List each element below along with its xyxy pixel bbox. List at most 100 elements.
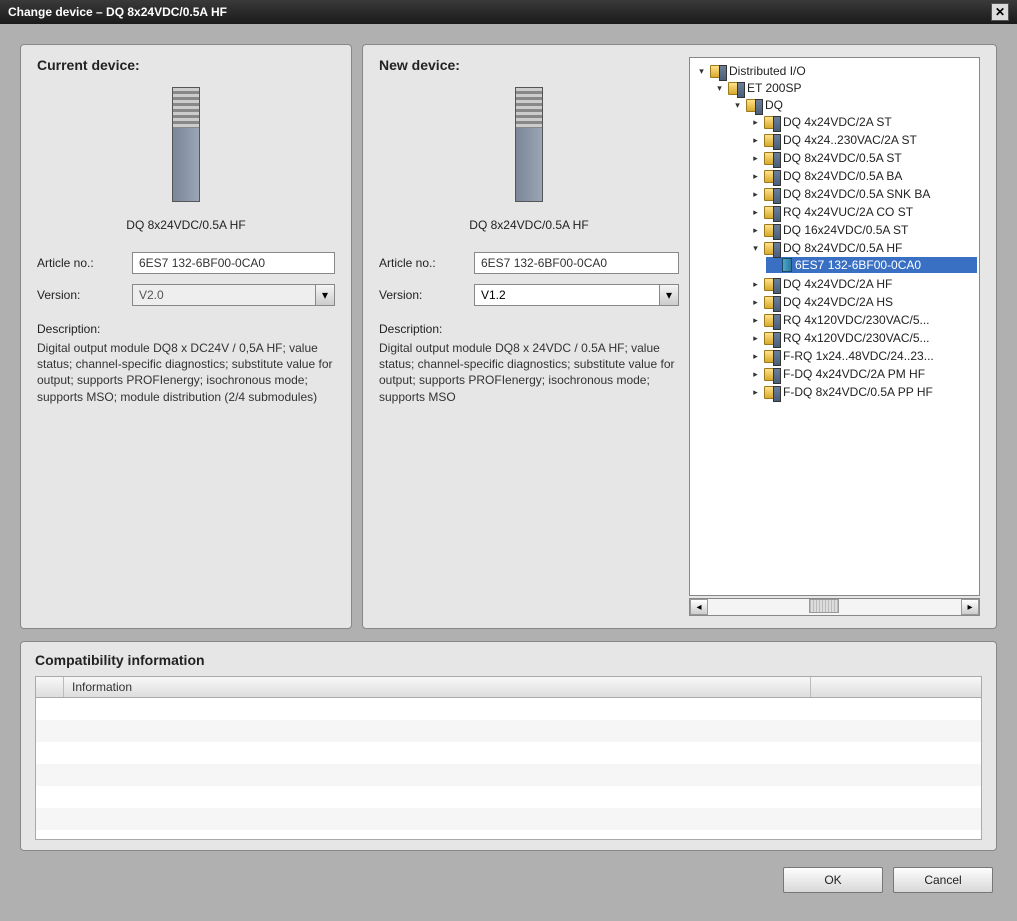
tree-node-module[interactable]: ▸ F-DQ 8x24VDC/0.5A PP HF [748,384,977,400]
current-device-name: DQ 8x24VDC/0.5A HF [37,218,335,232]
tree-node-module[interactable]: ▸ DQ 4x24VDC/2A HF [748,276,977,292]
tree-node-module[interactable]: ▸ DQ 16x24VDC/0.5A ST [748,222,977,238]
col-information: Information [64,677,811,697]
new-version-dropdown[interactable]: ▾ [659,284,679,306]
tree-node-module[interactable]: ▸ DQ 8x24VDC/0.5A BA [748,168,977,184]
current-version-value: V2.0 [132,284,315,306]
tree-label: DQ [765,98,783,112]
tree-label: F-DQ 4x24VDC/2A PM HF [783,367,925,381]
new-version-label: Version: [379,288,474,302]
folder-icon [764,314,780,327]
tree-label: F-DQ 8x24VDC/0.5A PP HF [783,385,933,399]
tree-label: RQ 4x120VDC/230VAC/5... [783,331,930,345]
expand-icon[interactable]: ▸ [750,189,761,200]
new-article-label: Article no.: [379,256,474,270]
tree-label: F-RQ 1x24..48VDC/24..23... [783,349,934,363]
current-device-image [172,87,200,202]
tree-node-module[interactable]: ▸DQ 8x24VDC/0.5A SNK BA [748,186,977,202]
collapse-icon[interactable]: ▾ [732,100,743,111]
current-desc-label: Description: [37,322,335,336]
expand-icon[interactable]: ▸ [750,351,761,362]
expand-icon[interactable]: ▸ [750,153,761,164]
tree-label: DQ 16x24VDC/0.5A ST [783,223,908,237]
expand-icon[interactable]: ▸ [750,315,761,326]
tree-label: ET 200SP [747,81,801,95]
col-extra [811,677,981,697]
current-version-dropdown[interactable]: ▾ [315,284,335,306]
new-desc-label: Description: [379,322,679,336]
dialog-content: Current device: DQ 8x24VDC/0.5A HF Artic… [0,24,1017,921]
tree-label: DQ 4x24VDC/2A HS [783,295,893,309]
tree-node-module[interactable]: ▸ DQ 4x24VDC/2A HS [748,294,977,310]
cancel-button[interactable]: Cancel [893,867,993,893]
expand-icon[interactable]: ▸ [750,279,761,290]
tree-node-module[interactable]: ▾DQ 8x24VDC/0.5A HF [748,240,977,256]
tree-label: DQ 4x24VDC/2A ST [783,115,892,129]
chevron-down-icon: ▾ [666,288,672,302]
scroll-left-button[interactable]: ◂ [690,599,708,615]
scroll-right-button[interactable]: ▸ [961,599,979,615]
expand-icon[interactable]: ▸ [750,387,761,398]
folder-icon [764,134,780,147]
current-article-input [132,252,335,274]
tree-label: 6ES7 132-6BF00-0CA0 [795,258,921,272]
expand-icon[interactable]: ▸ [750,225,761,236]
tree-label: DQ 8x24VDC/0.5A ST [783,151,902,165]
tree-node-module[interactable]: ▸ DQ 8x24VDC/0.5A ST [748,150,977,166]
current-article-label: Article no.: [37,256,132,270]
new-version-row: Version: V1.2 ▾ [379,284,679,306]
collapse-icon[interactable]: ▾ [750,243,761,254]
scroll-track[interactable] [708,599,961,615]
current-device-heading: Current device: [37,57,335,73]
folder-icon [764,386,780,399]
folder-icon [710,65,726,78]
top-row: Current device: DQ 8x24VDC/0.5A HF Artic… [20,44,997,629]
tree-node-module[interactable]: ▸ F-RQ 1x24..48VDC/24..23... [748,348,977,364]
expand-icon[interactable]: ▸ [750,171,761,182]
tree-node-root[interactable]: ▾ Distributed I/O [694,63,977,79]
tree-hscrollbar[interactable]: ◂ ▸ [689,598,980,616]
close-button[interactable]: ✕ [991,3,1009,21]
compatibility-panel: Compatibility information Information [20,641,997,851]
tree-node-dq[interactable]: ▾ DQ [730,97,977,113]
table-header: Information [36,677,981,698]
tree-node-module[interactable]: ▸RQ 4x24VUC/2A CO ST [748,204,977,220]
tree-label: DQ 4x24VDC/2A HF [783,277,892,291]
tree-node-module[interactable]: ▸ F-DQ 4x24VDC/2A PM HF [748,366,977,382]
expand-icon[interactable]: ▸ [750,135,761,146]
tree-node-module[interactable]: ▸ RQ 4x120VDC/230VAC/5... [748,330,977,346]
collapse-icon[interactable]: ▾ [714,83,725,94]
folder-icon [764,170,780,183]
current-version-label: Version: [37,288,132,302]
device-tree[interactable]: ▾ Distributed I/O ▾ ET [689,57,980,596]
new-version-value: V1.2 [474,284,659,306]
new-version-combo[interactable]: V1.2 ▾ [474,284,679,306]
new-device-heading: New device: [379,57,679,73]
tree-node-module[interactable]: ▸ RQ 4x120VDC/230VAC/5... [748,312,977,328]
tree-label: DQ 8x24VDC/0.5A BA [783,169,902,183]
current-article-row: Article no.: [37,252,335,274]
tree-node-et200sp[interactable]: ▾ ET 200SP [712,80,977,96]
dialog-buttons: OK Cancel [20,863,997,893]
tree-node-article-selected[interactable]: 6ES7 132-6BF00-0CA0 [766,257,977,273]
expand-icon[interactable]: ▸ [750,369,761,380]
new-device-name: DQ 8x24VDC/0.5A HF [379,218,679,232]
expand-icon[interactable]: ▸ [750,297,761,308]
current-desc-text: Digital output module DQ8 x DC24V / 0,5A… [37,340,335,405]
folder-icon [764,188,780,201]
current-version-combo[interactable]: V2.0 ▾ [132,284,335,306]
tree-node-module[interactable]: ▸ DQ 4x24VDC/2A ST [748,114,977,130]
folder-icon [764,224,780,237]
expand-icon[interactable]: ▸ [750,117,761,128]
ok-button[interactable]: OK [783,867,883,893]
folder-icon [764,332,780,345]
expand-icon[interactable]: ▸ [750,207,761,218]
collapse-icon[interactable]: ▾ [696,66,707,77]
new-article-row: Article no.: [379,252,679,274]
tree-label: RQ 4x120VDC/230VAC/5... [783,313,930,327]
tree-node-module[interactable]: ▸DQ 4x24..230VAC/2A ST [748,132,977,148]
expand-icon[interactable]: ▸ [750,333,761,344]
scroll-thumb[interactable] [809,599,839,613]
new-article-input [474,252,679,274]
device-tree-container: ▾ Distributed I/O ▾ ET [689,57,980,616]
